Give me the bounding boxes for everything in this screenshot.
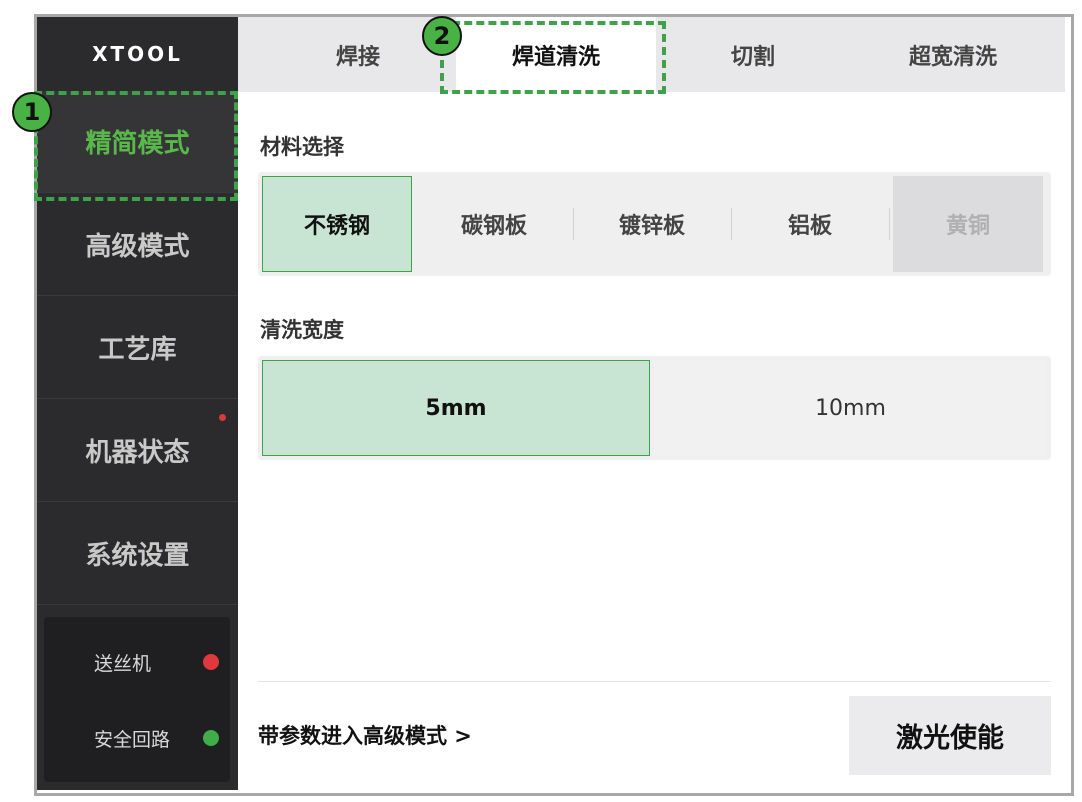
sidebar-item-process-library[interactable]: 工艺库	[37, 297, 238, 399]
status-dot-red	[203, 654, 219, 670]
width-option-10mm[interactable]: 10mm	[654, 360, 1047, 456]
tab-wide-cleaning[interactable]: 超宽清洗	[853, 17, 1053, 92]
status-dot-green	[203, 730, 219, 746]
callout-number-2: 2	[422, 16, 462, 56]
tab-cutting[interactable]: 切割	[653, 17, 853, 92]
status-label: 安全回路	[94, 728, 171, 751]
tab-label: 焊接	[335, 44, 380, 70]
sidebar-item-advanced-mode[interactable]: 高级模式	[37, 194, 238, 296]
divider	[889, 208, 890, 240]
status-row-wire-feeder: 送丝机	[44, 642, 230, 682]
sidebar-item-label: 系统设置	[85, 541, 190, 571]
tab-label: 切割	[730, 44, 775, 70]
laser-enable-button[interactable]: 激光使能	[849, 696, 1051, 775]
sidebar-item-machine-status[interactable]: 机器状态	[37, 400, 238, 502]
material-option-brass: 黄铜	[893, 176, 1043, 272]
callout-number-1: 1	[12, 92, 52, 132]
callout-box-2	[440, 21, 666, 94]
material-option-aluminum[interactable]: 铝板	[732, 176, 888, 272]
material-option-galvanized[interactable]: 镀锌板	[574, 176, 730, 272]
material-selector: 不锈钢 碳钢板 镀锌板 铝板 黄铜	[258, 172, 1051, 276]
status-panel: 送丝机 安全回路	[44, 617, 230, 782]
sidebar-item-label: 机器状态	[85, 438, 190, 468]
notification-dot	[219, 414, 226, 421]
status-row-safety-loop: 安全回路	[44, 718, 230, 758]
sidebar-item-system-settings[interactable]: 系统设置	[37, 503, 238, 605]
material-section-title: 材料选择	[260, 135, 344, 159]
material-option-carbon-steel[interactable]: 碳钢板	[416, 176, 572, 272]
tab-label: 超宽清洗	[908, 44, 997, 70]
width-option-5mm[interactable]: 5mm	[262, 360, 650, 456]
width-section-title: 清洗宽度	[260, 318, 344, 342]
footer-divider	[258, 681, 1051, 682]
enter-advanced-mode-link[interactable]: 带参数进入高级模式 >	[258, 720, 472, 750]
xtool-logo: XTOOL	[92, 42, 183, 66]
sidebar-item-label: 工艺库	[98, 335, 177, 365]
sidebar-item-label: 高级模式	[85, 232, 190, 262]
material-option-stainless[interactable]: 不锈钢	[262, 176, 412, 272]
width-selector: 5mm 10mm	[258, 356, 1051, 460]
status-label: 送丝机	[94, 652, 152, 675]
callout-box-1	[34, 91, 238, 201]
